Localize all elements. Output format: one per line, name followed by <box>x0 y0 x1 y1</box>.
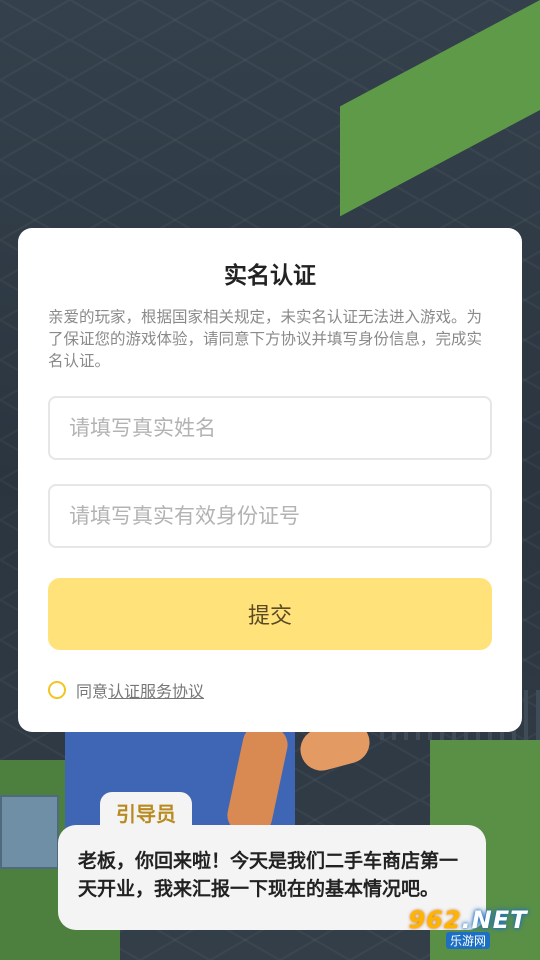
service-agreement-link[interactable]: 认证服务协议 <box>108 678 204 702</box>
guide-message: 老板，你回来啦！今天是我们二手车商店第一天开业，我来汇报一下现在的基本情况吧。 <box>78 850 459 900</box>
watermark-logo-suffix: .NET <box>461 906 528 934</box>
site-watermark: 962.NET 乐游网 <box>398 906 538 956</box>
agree-radio[interactable] <box>48 681 66 699</box>
watermark-logo: 962.NET <box>408 906 527 934</box>
name-input[interactable] <box>67 415 473 441</box>
watermark-subtitle: 乐游网 <box>445 932 490 949</box>
submit-button[interactable]: 提交 <box>48 578 492 650</box>
dialog-description: 亲爱的玩家，根据国家相关规定，未实名认证无法进入游戏。为了保证您的游戏体验，请同… <box>48 308 483 370</box>
id-field[interactable] <box>48 484 492 548</box>
dialog-title: 实名认证 <box>224 263 316 289</box>
agreement-row: 同意 认证服务协议 <box>48 678 492 702</box>
agree-prefix: 同意 <box>76 682 109 701</box>
watermark-logo-number: 962 <box>408 906 462 934</box>
name-field[interactable] <box>48 396 492 460</box>
building <box>0 795 59 869</box>
id-number-input[interactable] <box>67 503 473 529</box>
verification-dialog: 实名认证 亲爱的玩家，根据国家相关规定，未实名认证无法进入游戏。为了保证您的游戏… <box>18 228 522 732</box>
